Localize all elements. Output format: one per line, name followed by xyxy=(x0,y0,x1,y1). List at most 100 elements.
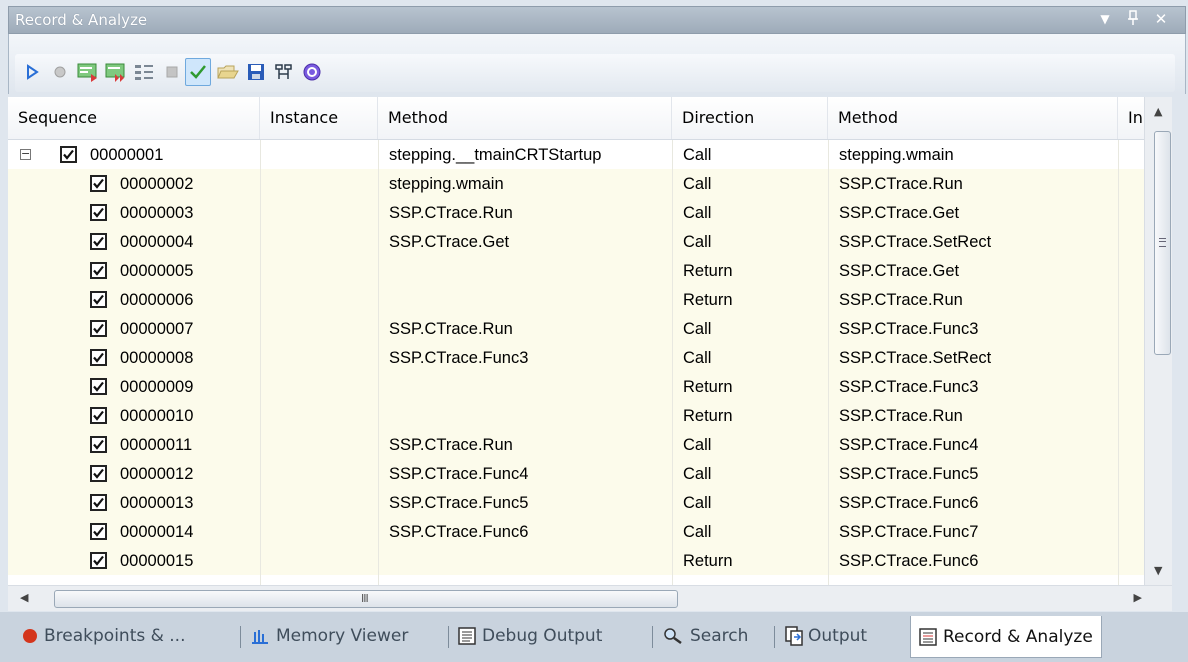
direction-cell: Call xyxy=(683,320,712,338)
direction-cell: Call xyxy=(683,233,712,251)
table-row[interactable]: 00000013 SSP.CTrace.Func5 Call SSP.CTrace.F… xyxy=(8,488,1144,517)
step-out-icon[interactable] xyxy=(131,58,157,86)
sequence-cell: 00000004 xyxy=(120,233,194,251)
column-divider xyxy=(828,140,829,585)
table-row[interactable]: 00000003 SSP.CTrace.Run Call SSP.CTrace.Get xyxy=(8,198,1144,227)
sequence-cell: 00000007 xyxy=(120,320,194,338)
scroll-grip: III xyxy=(361,592,369,605)
horizontal-scroll-thumb[interactable]: III xyxy=(54,590,678,608)
sequence-cell: 00000002 xyxy=(120,175,194,193)
table-row[interactable]: 00000007 SSP.CTrace.Run Call SSP.CTrace.Fun… xyxy=(8,314,1144,343)
toolbar xyxy=(8,34,1186,94)
vertical-scroll-thumb[interactable] xyxy=(1154,131,1171,355)
table-row[interactable]: 00000011 SSP.CTrace.Run Call SSP.CTrace.Fun… xyxy=(8,430,1144,459)
target-method-cell: SSP.CTrace.Func7 xyxy=(839,523,979,541)
row-checkbox[interactable] xyxy=(90,204,107,221)
method-cell: SSP.CTrace.Run xyxy=(389,320,513,338)
column-header-sequence[interactable]: Sequence xyxy=(8,97,260,139)
table-row[interactable]: 00000006 Return SSP.CTrace.Run xyxy=(8,285,1144,314)
method-cell: SSP.CTrace.Run xyxy=(389,204,513,222)
column-header-method[interactable]: Method xyxy=(378,97,672,139)
column-header-target-method[interactable]: Method xyxy=(828,97,1118,139)
table-row[interactable]: 00000012 SSP.CTrace.Func4 Call SSP.CTrace.F… xyxy=(8,459,1144,488)
method-cell: SSP.CTrace.Run xyxy=(389,436,513,454)
sequence-cell: 00000009 xyxy=(120,378,194,396)
row-checkbox[interactable] xyxy=(90,523,107,540)
scroll-left-arrow-icon[interactable]: ◀ xyxy=(20,591,28,604)
step-into-icon[interactable] xyxy=(75,58,101,86)
tab-output[interactable]: Output xyxy=(784,618,867,654)
row-checkbox[interactable] xyxy=(90,233,107,250)
table-row[interactable]: 00000008 SSP.CTrace.Func3 Call SSP.CTrace.S… xyxy=(8,343,1144,372)
target-method-cell: SSP.CTrace.Func3 xyxy=(839,378,979,396)
row-checkbox[interactable] xyxy=(90,494,107,511)
sequence-cell: 00000014 xyxy=(120,523,194,541)
check-icon[interactable] xyxy=(185,58,211,86)
row-checkbox[interactable] xyxy=(90,378,107,395)
row-checkbox[interactable] xyxy=(60,146,77,163)
play-icon[interactable] xyxy=(19,58,45,86)
collapse-toggle-icon[interactable]: − xyxy=(20,148,31,160)
table-row[interactable]: 00000014 SSP.CTrace.Func6 Call SSP.CTrace.F… xyxy=(8,517,1144,546)
target-method-cell: SSP.CTrace.SetRect xyxy=(839,349,992,367)
row-checkbox[interactable] xyxy=(90,175,107,192)
row-checkbox[interactable] xyxy=(90,552,107,569)
bottom-tab-strip: Breakpoints & ... Memory Viewer Debug Ou… xyxy=(0,612,1188,662)
tab-label: Debug Output xyxy=(482,626,603,646)
column-header-instance-2[interactable]: In xyxy=(1118,97,1144,139)
table-row[interactable]: 00000010 Return SSP.CTrace.Run xyxy=(8,401,1144,430)
row-checkbox[interactable] xyxy=(90,349,107,366)
row-checkbox[interactable] xyxy=(90,465,107,482)
record-icon[interactable] xyxy=(47,58,73,86)
pin-icon[interactable] xyxy=(1123,10,1143,30)
row-checkbox[interactable] xyxy=(90,407,107,424)
row-checkbox[interactable] xyxy=(90,320,107,337)
method-cell: SSP.CTrace.Func6 xyxy=(389,523,529,541)
stop-icon[interactable] xyxy=(159,58,185,86)
row-checkbox[interactable] xyxy=(90,291,107,308)
table-row[interactable]: 00000004 SSP.CTrace.Get Call SSP.CTrace.Set… xyxy=(8,227,1144,256)
tab-separator xyxy=(652,626,653,648)
save-icon[interactable] xyxy=(243,58,269,86)
output-icon xyxy=(785,626,803,646)
scroll-down-arrow-icon[interactable]: ▼ xyxy=(1154,564,1162,577)
row-checkbox[interactable] xyxy=(90,436,107,453)
sequence-cell: 00000008 xyxy=(120,349,194,367)
column-header-direction[interactable]: Direction xyxy=(672,97,828,139)
scroll-right-arrow-icon[interactable]: ▶ xyxy=(1134,591,1142,604)
table-row[interactable]: − 00000001 stepping.__tmainCRTStartup Call s… xyxy=(8,140,1144,169)
column-header-instance[interactable]: Instance xyxy=(260,97,378,139)
table-row[interactable]: 00000015 Return SSP.CTrace.Func6 xyxy=(8,546,1144,575)
panel-titlebar: Record & Analyze ▼ ✕ xyxy=(8,6,1186,34)
target-method-cell: SSP.CTrace.SetRect xyxy=(839,233,992,251)
panel-menu-button[interactable]: ▼ xyxy=(1095,12,1115,26)
column-divider xyxy=(378,140,379,585)
target-method-cell: SSP.CTrace.Get xyxy=(839,204,960,222)
direction-cell: Return xyxy=(683,262,733,280)
target-method-cell: stepping.wmain xyxy=(839,146,954,164)
tab-label: Search xyxy=(690,626,749,646)
row-checkbox[interactable] xyxy=(90,262,107,279)
breakpoint-icon xyxy=(23,629,37,643)
tab-search[interactable]: Search xyxy=(662,618,748,654)
table-row[interactable]: 00000009 Return SSP.CTrace.Func3 xyxy=(8,372,1144,401)
table-row[interactable]: 00000005 Return SSP.CTrace.Get xyxy=(8,256,1144,285)
scroll-up-arrow-icon[interactable]: ▲ xyxy=(1154,105,1162,118)
help-icon[interactable] xyxy=(299,58,325,86)
vertical-scrollbar[interactable]: ▲ ▼ xyxy=(1144,97,1172,585)
tab-debug-output[interactable]: Debug Output xyxy=(458,618,602,654)
table-row[interactable]: 00000002 stepping.wmain Call SSP.CTrace.Run xyxy=(8,169,1144,198)
horizontal-scrollbar[interactable]: ◀ III ▶ xyxy=(8,585,1172,611)
sequence-cell: 00000001 xyxy=(90,146,164,164)
tab-record-analyze[interactable]: Record & Analyze xyxy=(910,616,1102,658)
column-divider xyxy=(260,140,261,585)
close-button[interactable]: ✕ xyxy=(1151,10,1171,28)
tab-memory-viewer[interactable]: Memory Viewer xyxy=(250,618,408,654)
structure-icon[interactable] xyxy=(271,58,297,86)
tab-separator xyxy=(240,626,241,648)
tab-breakpoints[interactable]: Breakpoints & ... xyxy=(22,618,186,654)
open-folder-icon[interactable] xyxy=(215,58,241,86)
step-over-icon[interactable] xyxy=(103,58,129,86)
method-cell: SSP.CTrace.Func5 xyxy=(389,494,529,512)
sequence-cell: 00000013 xyxy=(120,494,194,512)
